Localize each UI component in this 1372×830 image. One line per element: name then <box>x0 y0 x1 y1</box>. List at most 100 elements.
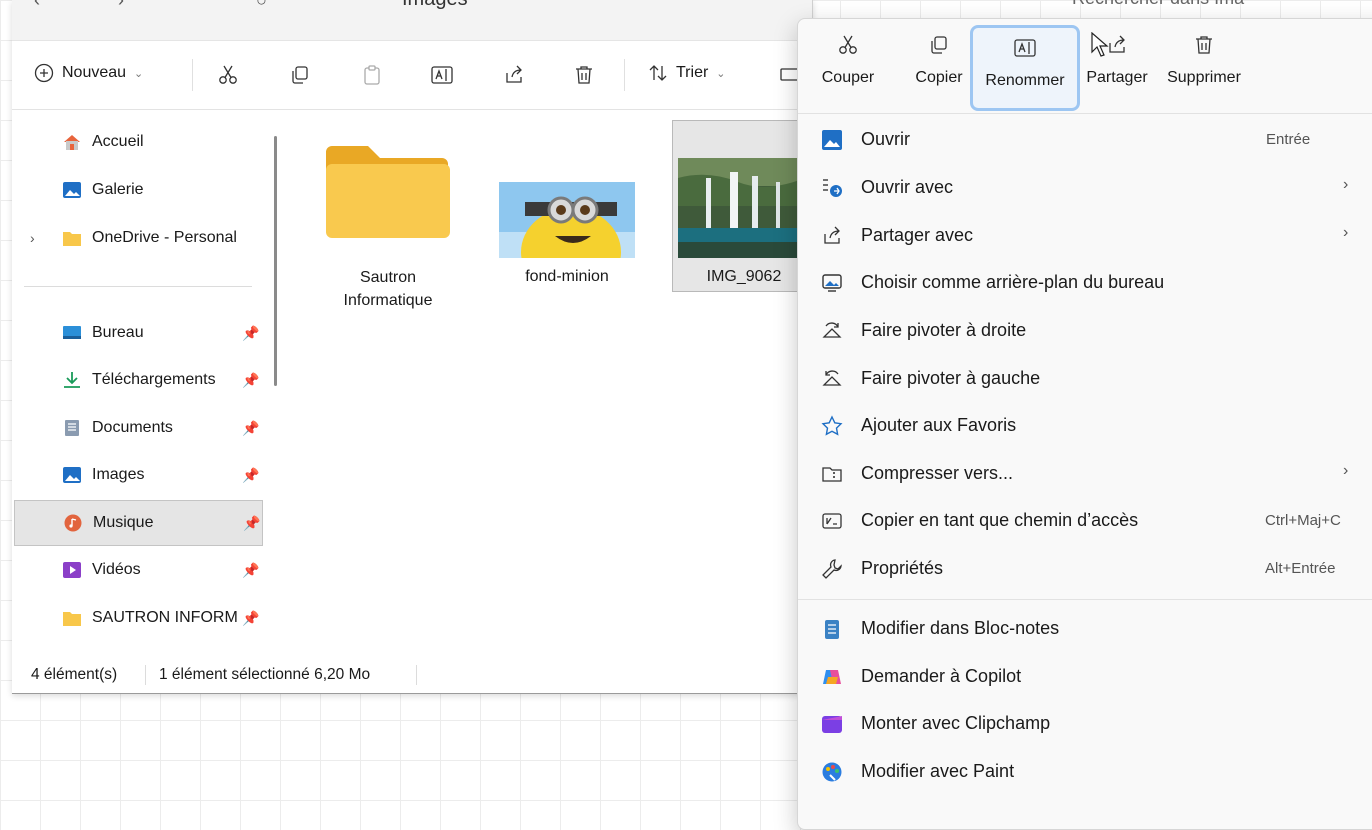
menu-item-open-with[interactable]: Ouvrir avec › <box>798 164 1372 210</box>
share-button[interactable] <box>500 61 528 89</box>
context-menu: Couper Copier Renommer Partager Supprime… <box>797 18 1372 830</box>
pin-icon[interactable]: 📌 <box>242 372 259 389</box>
toolbar-divider <box>192 59 193 91</box>
paint-icon <box>822 762 842 782</box>
clipchamp-icon <box>822 716 842 733</box>
sidebar-item-accueil[interactable]: Accueil <box>12 122 274 162</box>
command-bar: Nouveau ⌄ Trier ⌄ <box>12 41 812 110</box>
menu-item-label: Propriétés <box>861 558 944 578</box>
sidebar-item-musique[interactable]: Musique 📌 <box>14 500 263 546</box>
quick-action-share[interactable]: Partager <box>1084 25 1150 109</box>
folder-icon <box>63 232 81 246</box>
quick-action-delete[interactable]: Supprimer <box>1162 25 1246 109</box>
sidebar-item-galerie[interactable]: Galerie <box>12 170 274 210</box>
toolbar-divider <box>624 59 625 91</box>
back-icon[interactable]: ‹ <box>34 0 40 11</box>
rename-icon <box>431 66 453 84</box>
menu-item-properties[interactable]: Propriétés Alt+Entrée <box>798 545 1372 591</box>
sidebar-scrollbar[interactable] <box>274 136 277 386</box>
file-item-image-selected[interactable]: IMG_9062 <box>672 120 812 292</box>
quick-action-cut[interactable]: Couper <box>812 25 884 109</box>
menu-item-label: Compresser vers... <box>861 463 1014 483</box>
file-item-name: fond-minion <box>525 268 609 285</box>
pin-icon[interactable]: 📌 <box>242 562 259 579</box>
menu-item-open[interactable]: Ouvrir Entrée <box>798 116 1372 162</box>
menu-item-rotate-right[interactable]: Faire pivoter à droite <box>798 307 1372 353</box>
menu-item-label: Partager avec <box>861 225 974 245</box>
menu-item-paint[interactable]: Modifier avec Paint <box>798 748 1372 794</box>
cut-button[interactable] <box>214 61 242 89</box>
refresh-icon[interactable]: ○ <box>256 0 267 11</box>
chevron-right-icon[interactable]: › <box>30 230 35 246</box>
minion-thumbnail <box>499 182 635 258</box>
new-button[interactable]: Nouveau ⌄ <box>34 63 143 83</box>
chevron-right-icon: › <box>1343 224 1349 241</box>
menu-item-label: Modifier dans Bloc-notes <box>861 618 1060 638</box>
menu-item-add-favorites[interactable]: Ajouter aux Favoris <box>798 402 1372 448</box>
menu-item-label: Ouvrir avec <box>861 177 954 197</box>
menu-item-notepad[interactable]: Modifier dans Bloc-notes <box>798 605 1372 651</box>
forward-icon[interactable]: › <box>118 0 124 11</box>
sort-button[interactable]: Trier ⌄ <box>648 63 726 83</box>
menu-item-set-wallpaper[interactable]: Choisir comme arrière-plan du bureau <box>798 259 1372 305</box>
sidebar-divider <box>24 286 252 287</box>
new-button-label: Nouveau <box>62 64 127 81</box>
pin-icon[interactable]: 📌 <box>242 610 259 627</box>
pin-icon[interactable]: 📌 <box>242 420 259 437</box>
item-count: 4 élément(s) <box>31 666 118 683</box>
paste-button[interactable] <box>358 61 386 89</box>
search-input[interactable]: Rechercher dans Ima <box>1072 0 1244 9</box>
menu-item-share-with[interactable]: Partager avec › <box>798 212 1372 258</box>
file-item-folder[interactable]: Sautron Informatique <box>318 130 458 310</box>
menu-item-compress[interactable]: Compresser vers... › <box>798 450 1372 496</box>
menu-item-copy-path[interactable]: Copier en tant que chemin d’accès Ctrl+M… <box>798 497 1372 543</box>
navigation-pane: Accueil Galerie › OneDrive - Personal Bu… <box>12 110 288 657</box>
sidebar-item-label: Musique <box>93 514 154 531</box>
delete-button[interactable] <box>570 61 598 89</box>
menu-item-shortcut: Alt+Entrée <box>1265 560 1336 577</box>
videos-icon <box>63 562 81 578</box>
menu-item-label: Faire pivoter à droite <box>861 320 1027 340</box>
chevron-right-icon: › <box>1343 462 1349 479</box>
share-icon <box>506 65 522 83</box>
file-item-image[interactable]: fond-minion <box>492 170 642 310</box>
menu-item-copilot[interactable]: Demander à Copilot <box>798 653 1372 699</box>
pin-icon[interactable]: 📌 <box>242 325 259 342</box>
pin-icon[interactable]: 📌 <box>242 467 259 484</box>
sidebar-item-label: OneDrive - Personal <box>92 229 237 246</box>
rename-button[interactable] <box>428 61 456 89</box>
sidebar-item-label: Vidéos <box>92 561 141 578</box>
zip-icon <box>822 467 842 482</box>
pin-icon[interactable]: 📌 <box>243 515 260 532</box>
folder-icon <box>326 146 450 238</box>
menu-item-shortcut: Ctrl+Maj+C <box>1265 512 1341 529</box>
clipboard-icon <box>364 65 380 85</box>
sidebar-item-videos[interactable]: Vidéos 📌 <box>12 550 274 590</box>
folder-icon <box>63 612 81 626</box>
menu-item-label: Copier en tant que chemin d’accès <box>861 510 1139 530</box>
status-divider <box>416 665 417 685</box>
sidebar-item-onedrive[interactable]: › OneDrive - Personal <box>12 218 274 258</box>
menu-item-rotate-left[interactable]: Faire pivoter à gauche <box>798 355 1372 401</box>
status-divider <box>145 665 146 685</box>
menu-item-label: Faire pivoter à gauche <box>861 368 1041 388</box>
sidebar-item-sautron[interactable]: SAUTRON INFORM 📌 <box>12 598 274 638</box>
sidebar-item-bureau[interactable]: Bureau 📌 <box>12 313 274 353</box>
sidebar-item-label: Documents <box>92 419 173 436</box>
menu-item-clipchamp[interactable]: Monter avec Clipchamp <box>798 700 1372 746</box>
chevron-down-icon: ⌄ <box>716 67 726 80</box>
sidebar-item-images[interactable]: Images 📌 <box>12 455 274 495</box>
music-icon <box>64 514 82 532</box>
quick-action-label: Partager <box>1086 69 1148 86</box>
plus-circle-icon <box>34 63 54 83</box>
breadcrumb[interactable]: Images <box>402 0 468 11</box>
file-list: Sautron Informatique fond-minion IMG_906… <box>288 110 812 657</box>
copy-button[interactable] <box>286 61 314 89</box>
sidebar-item-telechargements[interactable]: Téléchargements 📌 <box>12 360 274 400</box>
sidebar-item-documents[interactable]: Documents 📌 <box>12 408 274 448</box>
menu-item-label: Modifier avec Paint <box>861 761 1015 781</box>
sidebar-item-label: Accueil <box>92 133 144 150</box>
quick-action-label: Copier <box>915 69 963 86</box>
quick-action-copy[interactable]: Copier <box>906 25 972 109</box>
quick-action-rename[interactable]: Renommer <box>970 25 1109 111</box>
